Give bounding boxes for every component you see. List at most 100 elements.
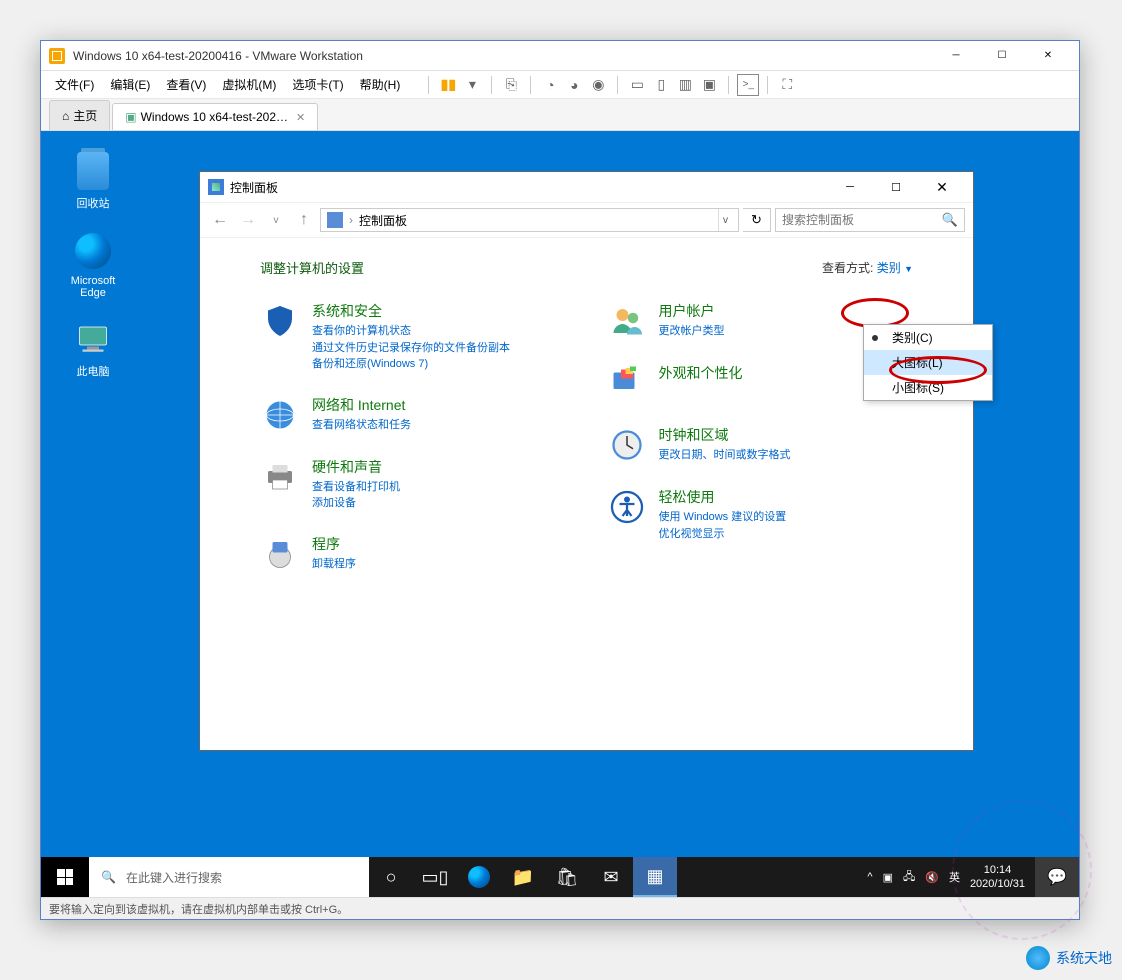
- cat-clock[interactable]: 时钟和区域 更改日期、时间或数字格式: [607, 425, 914, 465]
- power-dropdown-icon[interactable]: ▾: [461, 74, 483, 96]
- start-button[interactable]: [41, 857, 89, 897]
- link[interactable]: 查看网络状态和任务: [312, 417, 411, 434]
- link[interactable]: 更改日期、时间或数字格式: [659, 447, 791, 464]
- cortana-icon[interactable]: ○: [369, 857, 413, 897]
- cat-hardware[interactable]: 硬件和声音 查看设备和打印机 添加设备: [260, 457, 567, 512]
- link[interactable]: 查看你的计算机状态: [312, 323, 510, 340]
- search-input[interactable]: [782, 213, 942, 227]
- maximize-button[interactable]: ☐: [979, 41, 1025, 71]
- close-button[interactable]: ✕: [1025, 41, 1071, 71]
- link[interactable]: 查看设备和打印机: [312, 479, 400, 496]
- refresh-button[interactable]: ↻: [743, 208, 771, 232]
- menu-item-small-icons[interactable]: 小图标(S): [864, 375, 992, 400]
- cat-programs[interactable]: 程序 卸载程序: [260, 534, 567, 574]
- tray-network-icon[interactable]: 🖧: [903, 868, 915, 887]
- tray-vmware-icon[interactable]: ▣: [883, 871, 893, 884]
- taskbar-search[interactable]: 🔍 在此键入进行搜索: [89, 857, 369, 897]
- up-button[interactable]: ↑: [292, 208, 316, 232]
- snapshot-icon[interactable]: ◔: [539, 74, 561, 96]
- cp-title: 控制面板: [230, 179, 278, 196]
- task-view-icon[interactable]: ▭▯: [413, 857, 457, 897]
- address-dropdown-icon[interactable]: v: [718, 209, 732, 231]
- revert-icon[interactable]: ◕: [563, 74, 585, 96]
- ime-indicator[interactable]: 英: [949, 869, 960, 885]
- vmware-statusbar: 要将输入定向到该虚拟机，请在虚拟机内部单击或按 Ctrl+G。: [41, 897, 1079, 919]
- minimize-button[interactable]: ─: [827, 172, 873, 202]
- home-icon: ⌂: [62, 109, 69, 123]
- menu-file[interactable]: 文件(F): [49, 72, 100, 97]
- close-tab-icon[interactable]: ✕: [296, 111, 305, 124]
- layout-icon[interactable]: ▭: [626, 74, 648, 96]
- ease-of-access-icon: [607, 487, 647, 527]
- desktop-icon-pc[interactable]: 此电脑: [61, 319, 125, 379]
- cp-titlebar[interactable]: 控制面板 ─ ☐ ✕: [200, 172, 973, 202]
- menu-item-category[interactable]: 类别(C): [864, 325, 992, 350]
- link[interactable]: 优化视觉显示: [659, 526, 787, 543]
- taskbar-control-panel-icon[interactable]: ▦: [633, 857, 677, 897]
- recent-dropdown[interactable]: v: [264, 208, 288, 232]
- vmware-toolbar: ▮▮ ▾ ⎘ ◔ ◕ ◉ ▭ ▯ ▥ ▣ >_ ⛶: [422, 74, 798, 96]
- network-icon: [260, 395, 300, 435]
- link[interactable]: 通过文件历史记录保存你的文件备份副本: [312, 340, 510, 357]
- desktop-icon-edge[interactable]: Microsoft Edge: [61, 231, 125, 299]
- link[interactable]: 更改帐户类型: [659, 323, 725, 340]
- taskbar-edge-icon[interactable]: [457, 857, 501, 897]
- taskbar-clock[interactable]: 10:14 2020/10/31: [970, 863, 1025, 892]
- menu-tabs[interactable]: 选项卡(T): [286, 72, 349, 97]
- back-button[interactable]: ←: [208, 208, 232, 232]
- menu-item-large-icons[interactable]: 大图标(L): [864, 350, 992, 375]
- taskbar-explorer-icon[interactable]: 📁: [501, 857, 545, 897]
- layout-icon[interactable]: ▣: [698, 74, 720, 96]
- vm-icon: ▣: [125, 110, 136, 124]
- cp-window-controls: ─ ☐ ✕: [827, 172, 965, 202]
- close-button[interactable]: ✕: [919, 172, 965, 202]
- link[interactable]: 使用 Windows 建议的设置: [659, 509, 787, 526]
- taskbar-store-icon[interactable]: 🛍: [545, 857, 589, 897]
- menu-help[interactable]: 帮助(H): [354, 72, 407, 97]
- taskbar-mail-icon[interactable]: ✉: [589, 857, 633, 897]
- link[interactable]: 卸载程序: [312, 556, 356, 573]
- address-bar[interactable]: › 控制面板 v: [320, 208, 739, 232]
- search-box[interactable]: 🔍: [775, 208, 965, 232]
- programs-icon: [260, 534, 300, 574]
- minimize-button[interactable]: ─: [933, 41, 979, 71]
- view-mode-menu: 类别(C) 大图标(L) 小图标(S): [863, 324, 993, 401]
- send-ctrl-alt-del-icon[interactable]: ⎘: [500, 74, 522, 96]
- menu-view[interactable]: 查看(V): [160, 72, 212, 97]
- pause-button[interactable]: ▮▮: [437, 74, 459, 96]
- manage-snapshot-icon[interactable]: ◉: [587, 74, 609, 96]
- user-accounts-icon: [607, 301, 647, 341]
- cat-ease[interactable]: 轻松使用 使用 Windows 建议的设置 优化视觉显示: [607, 487, 914, 542]
- menu-edit[interactable]: 编辑(E): [104, 72, 156, 97]
- tray-volume-icon[interactable]: 🔇: [925, 871, 939, 884]
- action-center-icon[interactable]: 💬: [1035, 857, 1079, 897]
- layout-icon[interactable]: ▯: [650, 74, 672, 96]
- view-mode-dropdown[interactable]: 类别 ▼: [877, 261, 913, 275]
- forward-button[interactable]: →: [236, 208, 260, 232]
- guest-desktop[interactable]: 回收站 Microsoft Edge 此电脑 控制面板 ─ ☐: [41, 131, 1079, 897]
- vmware-titlebar[interactable]: Windows 10 x64-test-20200416 - VMware Wo…: [41, 41, 1079, 71]
- vmware-title: Windows 10 x64-test-20200416 - VMware Wo…: [73, 49, 933, 63]
- desktop-icon-recycle[interactable]: 回收站: [61, 151, 125, 211]
- fullscreen-icon[interactable]: ⛶: [776, 74, 798, 96]
- layout-icon[interactable]: ▥: [674, 74, 696, 96]
- control-panel-icon: [208, 179, 224, 195]
- menu-vm[interactable]: 虚拟机(M): [216, 72, 282, 97]
- appearance-icon: [607, 363, 647, 403]
- console-icon[interactable]: >_: [737, 74, 759, 96]
- tab-vm[interactable]: ▣ Windows 10 x64-test-202… ✕: [112, 103, 318, 130]
- link[interactable]: 添加设备: [312, 495, 400, 512]
- tray-up-icon[interactable]: ^: [867, 871, 872, 883]
- breadcrumb[interactable]: 控制面板: [359, 212, 407, 229]
- cp-body: 调整计算机的设置 查看方式: 类别 ▼ 类别(C) 大图标(L) 小图标(S): [200, 238, 973, 594]
- recycle-bin-icon: [77, 152, 109, 190]
- maximize-button[interactable]: ☐: [873, 172, 919, 202]
- tab-home[interactable]: ⌂ 主页: [49, 100, 110, 130]
- vmware-icon: [49, 48, 65, 64]
- cat-network[interactable]: 网络和 Internet 查看网络状态和任务: [260, 395, 567, 435]
- cat-system-security[interactable]: 系统和安全 查看你的计算机状态 通过文件历史记录保存你的文件备份副本 备份和还原…: [260, 301, 567, 373]
- link[interactable]: 备份和还原(Windows 7): [312, 356, 510, 373]
- control-panel-icon: [327, 212, 343, 228]
- edge-icon: [75, 233, 111, 269]
- printer-icon: [260, 457, 300, 497]
